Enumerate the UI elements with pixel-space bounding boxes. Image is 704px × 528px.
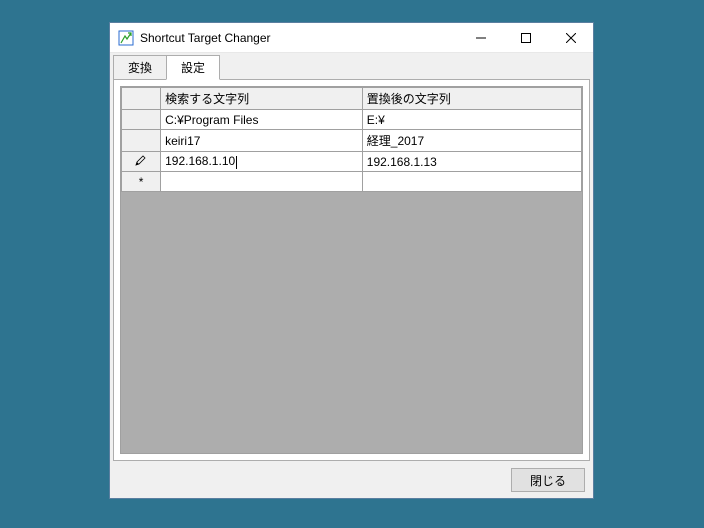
cell-replace[interactable]: E:¥ [362, 110, 581, 130]
close-action-button[interactable]: 閉じる [511, 468, 585, 492]
window-controls [458, 23, 593, 52]
footer: 閉じる [110, 464, 593, 498]
tab-strip: 変換 設定 [110, 53, 593, 80]
text-caret-icon [236, 156, 237, 169]
tab-settings[interactable]: 設定 [166, 55, 220, 80]
row-header[interactable] [122, 110, 161, 130]
cell-search[interactable]: keiri17 [161, 130, 363, 152]
app-icon [118, 30, 134, 46]
cell-replace-empty[interactable] [362, 172, 581, 192]
tab-convert[interactable]: 変換 [113, 55, 167, 80]
grid-empty-area [121, 192, 582, 453]
cell-replace[interactable]: 経理_2017 [362, 130, 581, 152]
col-header-replace[interactable]: 置換後の文字列 [362, 88, 581, 110]
grid-row-editing[interactable]: 192.168.1.10 192.168.1.13 [122, 152, 582, 172]
cell-search[interactable]: C:¥Program Files [161, 110, 363, 130]
col-header-search[interactable]: 検索する文字列 [161, 88, 363, 110]
grid-corner[interactable] [122, 88, 161, 110]
row-header-new[interactable]: * [122, 172, 161, 192]
close-button[interactable] [548, 23, 593, 52]
app-window: Shortcut Target Changer 変換 設定 [109, 22, 594, 499]
grid-row-new[interactable]: * [122, 172, 582, 192]
row-header-editing[interactable] [122, 152, 161, 172]
row-header[interactable] [122, 130, 161, 152]
pencil-icon [135, 155, 147, 169]
cell-search-editing[interactable]: 192.168.1.10 [161, 152, 363, 172]
client-area: 変換 設定 検索する文字列 置換後の文字列 [110, 53, 593, 498]
cell-editing-value: 192.168.1.10 [165, 154, 235, 168]
grid-row[interactable]: keiri17 経理_2017 [122, 130, 582, 152]
tab-panel-settings: 検索する文字列 置換後の文字列 C:¥Program Files E:¥ kei [113, 79, 590, 461]
grid-row[interactable]: C:¥Program Files E:¥ [122, 110, 582, 130]
cell-search-empty[interactable] [161, 172, 363, 192]
titlebar[interactable]: Shortcut Target Changer [110, 23, 593, 53]
maximize-button[interactable] [503, 23, 548, 52]
window-title: Shortcut Target Changer [140, 31, 458, 45]
minimize-button[interactable] [458, 23, 503, 52]
settings-grid[interactable]: 検索する文字列 置換後の文字列 C:¥Program Files E:¥ kei [120, 86, 583, 454]
cell-replace[interactable]: 192.168.1.13 [362, 152, 581, 172]
